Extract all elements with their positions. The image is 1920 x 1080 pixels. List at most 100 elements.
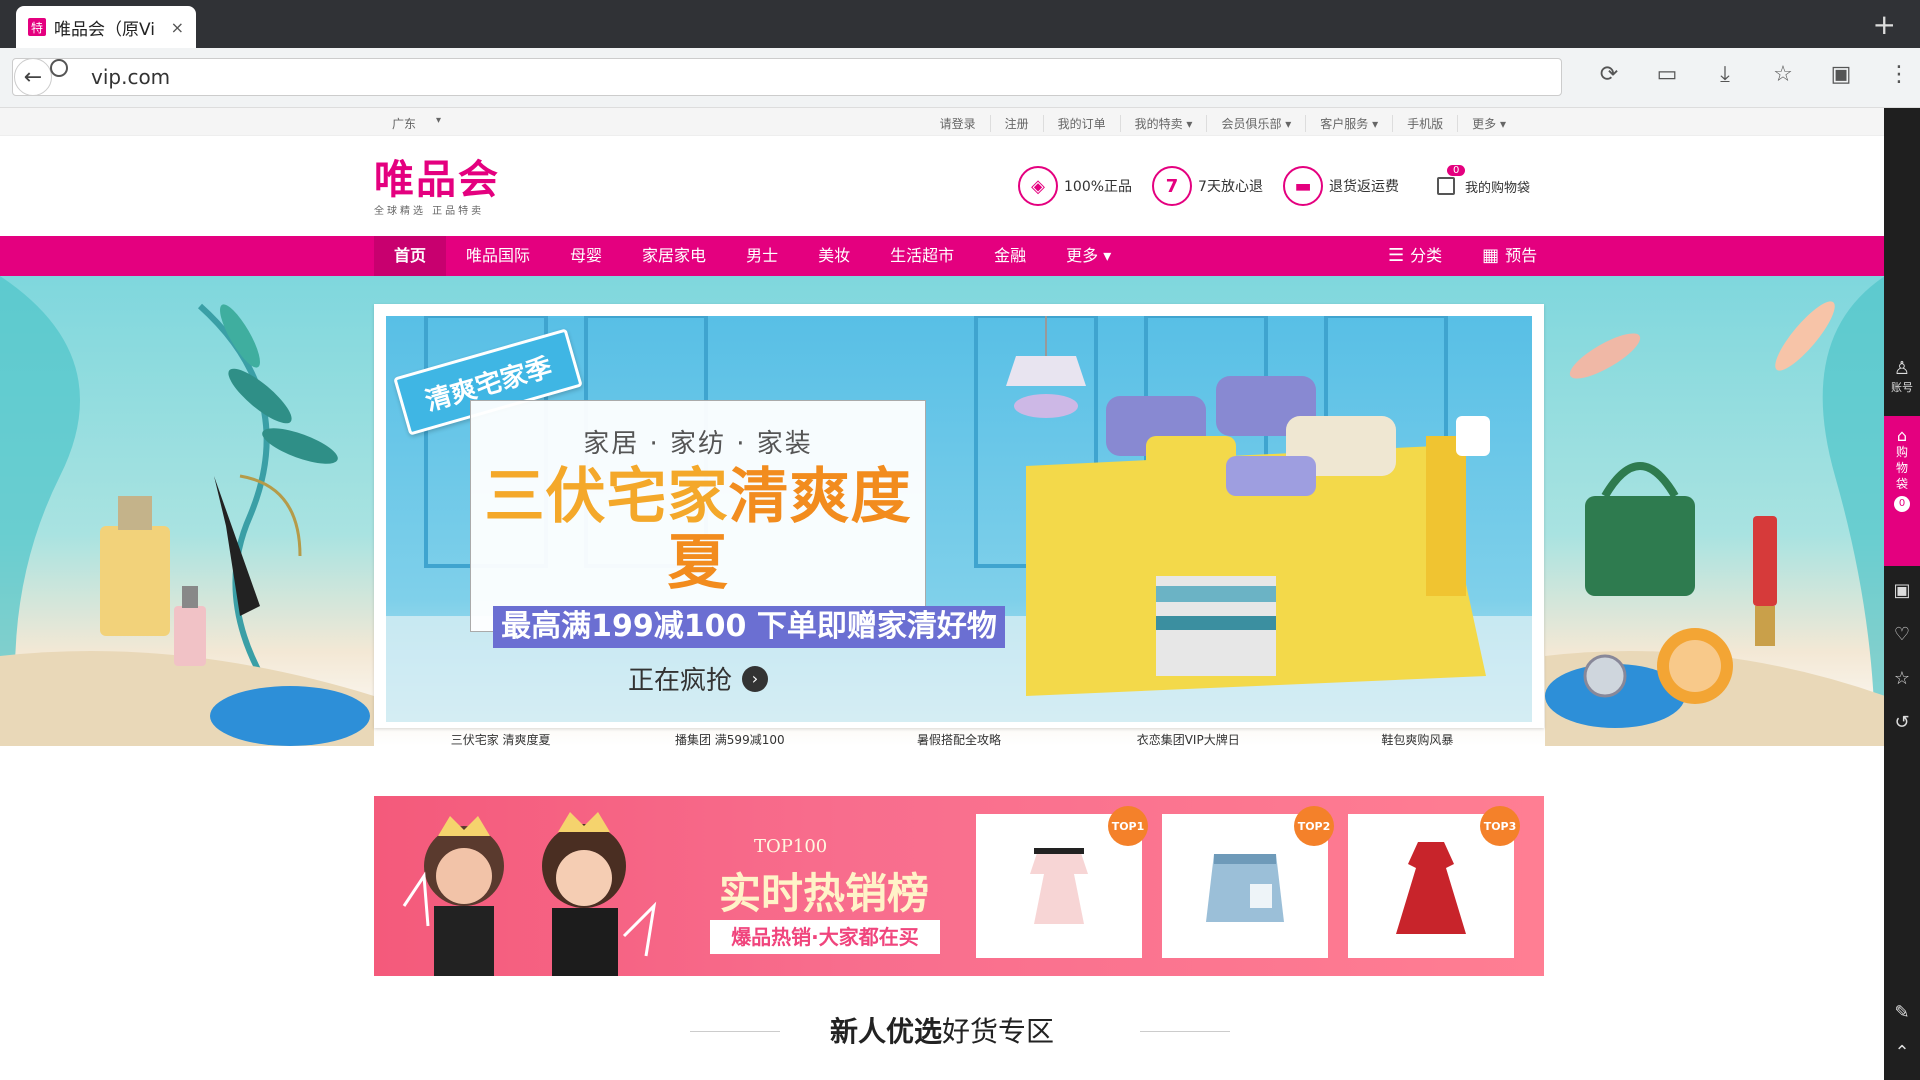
cast-icon[interactable]: ▭ — [1638, 62, 1696, 87]
promo-title-plain: 三伏宅家 — [484, 462, 729, 532]
promo-box: 家居 · 家纺 · 家装 三伏宅家清爽度夏 最高满199减100 下单即赠家清好… — [470, 400, 1005, 696]
section-title: 新人优选好货专区 — [0, 1010, 1884, 1050]
promise-return-shipping[interactable]: ▬ 退货返运费 — [1282, 166, 1399, 206]
heart-icon[interactable]: ♡ — [1884, 624, 1920, 645]
shopping-bag-icon — [1436, 177, 1455, 195]
promo-offer: 最高满199减100 下单即赠家清好物 — [493, 606, 1005, 648]
promo-cta[interactable]: 正在疯抢 › — [471, 660, 925, 697]
seven-icon: 7 — [1152, 166, 1193, 206]
promo-cta-label: 正在疯抢 — [627, 666, 732, 696]
toolbar-icons: ⟳ ▭ ⤓ ☆ ▣ ⋮ — [1580, 62, 1920, 87]
top-links: 请登录 注册 我的订单 我的特卖 ▾ 会员俱乐部 ▾ 客户服务 ▾ 手机版 更多… — [926, 115, 1520, 132]
banner-frame: 清爽宅家季 家居 · 家纺 · 家装 三伏宅家清爽度夏 最高满199减100 下… — [374, 304, 1544, 746]
extension-icon[interactable]: ▣ — [1812, 62, 1870, 87]
section-title-rest: 好货专区 — [942, 1015, 1055, 1048]
promise-authentic[interactable]: ◈ 100%正品 — [1018, 166, 1132, 206]
back-button[interactable]: ← — [14, 58, 52, 96]
header-cart[interactable]: 0 我的购物袋 — [1436, 164, 1530, 196]
top100-product-2[interactable]: TOP2 — [1162, 806, 1334, 958]
nav-item-beauty[interactable]: 美妆 — [798, 236, 870, 276]
reload-icon[interactable]: ⟳ — [1580, 62, 1638, 87]
region-selector[interactable]: 广东 — [392, 115, 416, 132]
nav-preview[interactable]: ▦ 预告 — [1462, 236, 1557, 276]
banner-tab-3[interactable]: 暑假搭配全攻略 — [844, 722, 1073, 746]
address-bar[interactable]: vip.com — [12, 58, 1562, 96]
star-icon[interactable]: ☆ — [1754, 62, 1812, 87]
promo-subtitle: 家居 · 家纺 · 家装 — [583, 429, 813, 459]
sidebar-cart[interactable]: ⌂ 购 物 袋 0 — [1884, 416, 1920, 566]
service-promises: ◈ 100%正品 7 7天放心退 ▬ 退货返运费 0 我的购物袋 — [1018, 164, 1530, 206]
nav-category-label: 分类 — [1410, 246, 1443, 265]
url-text: vip.com — [91, 65, 171, 89]
nav-item-home-appliance[interactable]: 家居家电 — [622, 236, 726, 276]
sidebar-cart-count: 0 — [1894, 496, 1910, 512]
beauty-products-decoration — [0, 276, 374, 746]
browser-tabbar: 特 唯品会（原Vi × + — [0, 0, 1920, 48]
top100-subtitle: 爆品热销·大家都在买 — [710, 920, 940, 954]
coupon-icon[interactable]: ▣ — [1884, 580, 1920, 601]
shield-icon: ◈ — [1018, 166, 1058, 206]
rank-badge: TOP2 — [1294, 806, 1334, 846]
handbag-decoration — [1545, 276, 1884, 746]
tab-title: 唯品会（原Vi — [54, 19, 155, 40]
bag-icon: ⌂ — [1896, 426, 1908, 445]
sidebar-account[interactable]: ♙ 账号 — [1884, 358, 1920, 395]
user-icon: ♙ — [1893, 358, 1911, 379]
nav-item-home[interactable]: 首页 — [374, 236, 447, 276]
banner-tab-4[interactable]: 衣恋集团VIP大牌日 — [1074, 722, 1303, 746]
right-sidebar: ♙ 账号 ⌂ 购 物 袋 0 ▣ ♡ ☆ ↺ ✎ ⌃ — [1884, 108, 1920, 1080]
customer-service-link[interactable]: 客户服务 ▾ — [1305, 115, 1392, 132]
top100-product-1[interactable]: TOP1 — [976, 806, 1148, 958]
new-tab-icon[interactable]: + — [1873, 8, 1896, 41]
menu-icon[interactable]: ⋮ — [1870, 62, 1920, 87]
cart-count-badge: 0 — [1446, 164, 1466, 176]
nav-item-finance[interactable]: 金融 — [974, 236, 1046, 276]
nav-item-more[interactable]: 更多 ▾ — [1046, 236, 1131, 276]
main-banner[interactable]: 清爽宅家季 家居 · 家纺 · 家装 三伏宅家清爽度夏 最高满199减100 下… — [386, 316, 1532, 722]
nav-item-baby[interactable]: 母婴 — [550, 236, 622, 276]
login-link[interactable]: 请登录 — [926, 115, 990, 132]
banner-tab-2[interactable]: 播集团 满599减100 — [615, 722, 844, 746]
my-sale-link[interactable]: 我的特卖 ▾ — [1119, 115, 1207, 132]
my-orders-link[interactable]: 我的订单 — [1042, 115, 1120, 132]
nav-category[interactable]: ☰ 分类 — [1368, 236, 1462, 276]
nav-item-supermarket[interactable]: 生活超市 — [870, 236, 974, 276]
globe-icon — [50, 59, 68, 77]
rank-badge: TOP3 — [1480, 806, 1520, 846]
main-nav: 首页 唯品国际 母婴 家居家电 男士 美妆 生活超市 金融 更多 ▾ ☰ 分类 … — [0, 236, 1884, 276]
history-icon[interactable]: ↺ — [1884, 712, 1920, 733]
edit-icon[interactable]: ✎ — [1884, 1002, 1920, 1023]
banner-tab-5[interactable]: 鞋包爽购风暴 — [1303, 722, 1532, 746]
cart-label: 我的购物袋 — [1464, 180, 1530, 196]
celebrating-girls-image — [402, 812, 657, 976]
rank-badge: TOP1 — [1108, 806, 1148, 846]
favorite-star-icon[interactable]: ☆ — [1884, 668, 1920, 689]
logo-text: 唯品会 — [374, 157, 500, 203]
site-logo[interactable]: 唯品会 全球精选 正品特卖 — [374, 160, 500, 217]
hero-section: 清爽宅家季 家居 · 家纺 · 家装 三伏宅家清爽度夏 最高满199减100 下… — [0, 276, 1884, 746]
browser-tab[interactable]: 特 唯品会（原Vi × — [16, 6, 196, 48]
download-icon[interactable]: ⤓ — [1696, 62, 1754, 87]
close-tab-icon[interactable]: × — [171, 18, 184, 37]
calendar-icon: ▦ — [1482, 245, 1500, 266]
logo-slogan: 全球精选 正品特卖 — [374, 206, 485, 217]
site-header: 唯品会 全球精选 正品特卖 ◈ 100%正品 7 7天放心退 ▬ 退货返运费 0… — [0, 136, 1884, 236]
nav-items: 首页 唯品国际 母婴 家居家电 男士 美妆 生活超市 金融 更多 ▾ — [374, 236, 1131, 276]
category-icon: ☰ — [1388, 245, 1405, 266]
top100-product-3[interactable]: TOP3 — [1348, 806, 1520, 958]
banner-tab-1[interactable]: 三伏宅家 清爽度夏 — [386, 722, 615, 746]
nav-item-international[interactable]: 唯品国际 — [446, 236, 550, 276]
mobile-link[interactable]: 手机版 — [1392, 115, 1457, 132]
banner-tabs: 三伏宅家 清爽度夏 播集团 满599减100 暑假搭配全攻略 衣恋集团VIP大牌… — [386, 722, 1532, 746]
back-to-top-icon[interactable]: ⌃ — [1884, 1042, 1920, 1063]
top100-banner[interactable]: TOP100 实时热销榜 爆品热销·大家都在买 TOP1 TOP2 TOP3 — [374, 796, 1544, 976]
register-link[interactable]: 注册 — [989, 115, 1043, 132]
promise-label: 退货返运费 — [1328, 179, 1399, 195]
more-link[interactable]: 更多 ▾ — [1457, 115, 1520, 132]
member-club-link[interactable]: 会员俱乐部 ▾ — [1206, 115, 1305, 132]
nav-item-men[interactable]: 男士 — [726, 236, 798, 276]
promise-7day-return[interactable]: 7 7天放心退 — [1152, 166, 1263, 206]
vip-favicon-icon: 特 — [28, 18, 46, 36]
browser-toolbar: vip.com ← ⟳ ▭ ⤓ ☆ ▣ ⋮ — [0, 48, 1920, 108]
chevron-down-icon[interactable]: ▾ — [436, 115, 441, 126]
